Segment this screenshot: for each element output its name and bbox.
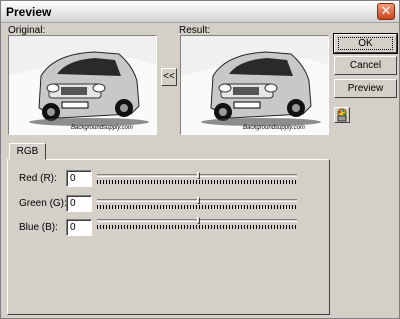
- original-preview: Backgroundsupply.com: [8, 35, 157, 135]
- tools-button[interactable]: [334, 107, 350, 123]
- green-input[interactable]: 0: [66, 195, 92, 212]
- preview-button[interactable]: Preview: [334, 79, 397, 98]
- cancel-button[interactable]: Cancel: [334, 56, 397, 75]
- slider-ticks: [97, 180, 297, 184]
- blue-input[interactable]: 0: [66, 219, 92, 236]
- close-button[interactable]: ✕: [377, 3, 395, 20]
- car-image: [9, 36, 156, 134]
- printer-palette-icon: [337, 108, 347, 122]
- slider-ticks: [97, 205, 297, 209]
- red-label: Red (R):: [19, 173, 57, 184]
- window-title: Preview: [6, 5, 52, 19]
- slider-thumb[interactable]: [197, 172, 200, 179]
- car-image: [181, 36, 328, 134]
- tab-rgb[interactable]: RGB: [9, 143, 46, 160]
- blue-slider[interactable]: [97, 217, 299, 231]
- focus-rect: [338, 37, 393, 50]
- cancel-label: Cancel: [349, 60, 382, 71]
- blue-label: Blue (B):: [19, 222, 58, 233]
- preview-label: Preview: [347, 83, 384, 94]
- copy-to-original-button[interactable]: <<: [161, 68, 177, 86]
- slider-thumb[interactable]: [197, 197, 200, 204]
- preview-dialog: Preview ✕ Original: Result: Backgroundsu…: [0, 0, 400, 319]
- green-label: Green (G):: [19, 198, 67, 209]
- image-caption: Backgroundsupply.com: [71, 125, 133, 131]
- tab-rgb-label: RGB: [16, 146, 39, 157]
- image-caption: Backgroundsupply.com: [243, 125, 305, 131]
- slider-ticks: [97, 225, 297, 229]
- ok-button[interactable]: OK: [333, 33, 398, 54]
- title-bar[interactable]: Preview ✕: [1, 1, 399, 23]
- red-input[interactable]: 0: [66, 170, 92, 187]
- slider-thumb[interactable]: [197, 217, 200, 224]
- result-preview: Backgroundsupply.com: [180, 35, 329, 135]
- red-slider[interactable]: [97, 172, 299, 186]
- close-icon: ✕: [380, 3, 392, 18]
- green-slider[interactable]: [97, 197, 299, 211]
- double-chevron-left-icon: <<: [163, 71, 175, 82]
